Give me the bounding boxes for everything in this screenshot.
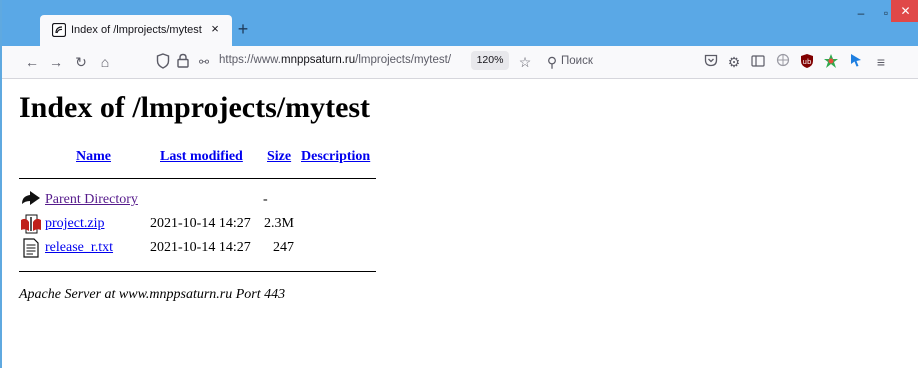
globe-extension-icon[interactable] <box>774 53 792 71</box>
parent-directory-link[interactable]: Parent Directory <box>45 192 138 208</box>
colorful-extension-icon[interactable] <box>822 53 840 71</box>
reload-icon[interactable]: ↻ <box>72 53 90 71</box>
new-tab-button[interactable]: + <box>233 17 253 41</box>
svg-text:ub: ub <box>803 58 812 66</box>
home-icon[interactable]: ⌂ <box>96 53 114 71</box>
server-signature: Apache Server at www.mnppsaturn.ru Port … <box>19 287 286 302</box>
project-zip-link[interactable]: project.zip <box>45 216 104 232</box>
header-divider <box>19 178 376 179</box>
column-header-last-modified[interactable]: Last modified <box>160 149 243 165</box>
sidebar-icon[interactable] <box>749 53 767 71</box>
page-favicon-icon <box>52 23 66 37</box>
browser-window: Index of /lmprojects/mytest × + – ▫ ✕ ← … <box>0 0 918 368</box>
parent-directory-icon <box>22 191 40 205</box>
column-header-name[interactable]: Name <box>76 149 111 165</box>
page-title: Index of /lmprojects/mytest <box>19 91 371 124</box>
release-txt-size: 247 <box>273 240 294 255</box>
back-arrow-icon[interactable]: ← <box>23 53 41 71</box>
release-txt-link[interactable]: release_r.txt <box>45 240 113 256</box>
url-path: /lmprojects/mytest/ <box>355 54 452 66</box>
release-txt-modified: 2021-10-14 14:27 <box>150 240 251 255</box>
menu-hamburger-icon[interactable]: ≡ <box>872 53 890 71</box>
zoom-level-button[interactable]: 120% <box>471 51 509 70</box>
navigation-toolbar: ← → ↻ ⌂ ⚯ ☆ ⚙ ub ≡ <box>2 46 918 79</box>
pocket-icon[interactable] <box>702 53 720 71</box>
tab-current[interactable]: Index of /lmprojects/mytest × <box>40 15 232 46</box>
parent-directory-size: - <box>263 192 268 207</box>
lock-icon[interactable] <box>174 53 192 71</box>
permissions-icon[interactable]: ⚯ <box>195 53 213 71</box>
close-window-button[interactable]: ✕ <box>891 0 918 22</box>
project-zip-modified: 2021-10-14 14:27 <box>150 216 251 231</box>
cursor-extension-icon[interactable] <box>847 53 865 71</box>
tab-strip: Index of /lmprojects/mytest × + – ▫ ✕ <box>2 0 918 46</box>
column-header-description[interactable]: Description <box>301 149 370 165</box>
column-header-size[interactable]: Size <box>267 149 291 165</box>
ublock-origin-icon[interactable]: ub <box>798 53 816 71</box>
footer-divider <box>19 271 376 272</box>
close-tab-icon[interactable]: × <box>208 21 222 37</box>
tab-title: Index of /lmprojects/mytest <box>71 24 202 36</box>
project-zip-size: 2.3M <box>264 216 294 231</box>
search-input[interactable]: Поиск <box>561 55 593 67</box>
url-domain: mnppsaturn.ru <box>281 54 356 66</box>
url-bar[interactable]: https://www.mnppsaturn.ru/lmprojects/myt… <box>219 54 451 66</box>
search-icon: ⚲ <box>546 54 558 70</box>
url-prefix: https://www. <box>219 54 281 66</box>
text-file-icon <box>23 238 39 258</box>
forward-arrow-icon[interactable]: → <box>47 53 65 71</box>
bookmark-star-icon[interactable]: ☆ <box>516 53 534 71</box>
extensions-gear-icon[interactable]: ⚙ <box>725 53 743 71</box>
zip-file-icon <box>21 214 41 234</box>
page-content: Index of /lmprojects/mytest Name Last mo… <box>2 79 918 368</box>
minimize-button[interactable]: – <box>848 3 874 23</box>
shield-icon[interactable] <box>154 53 172 71</box>
